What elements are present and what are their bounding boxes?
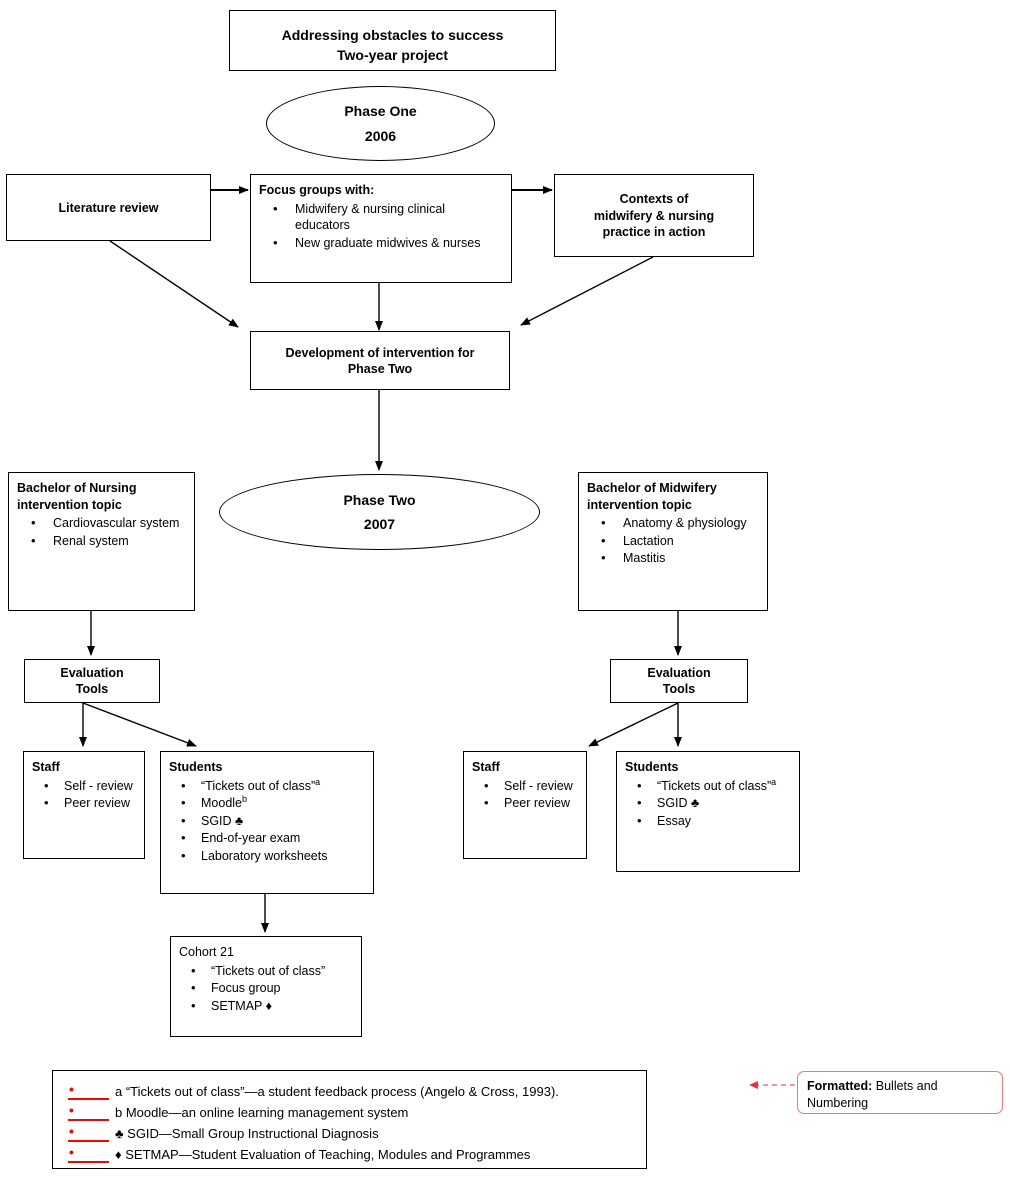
list-item: SGID ♣ — [625, 794, 791, 812]
staff-left-box: Staff Self - review Peer review — [23, 751, 145, 859]
evaluation-tools-left-box: Evaluation Tools — [24, 659, 160, 703]
nursing-heading-line2: intervention topic — [17, 497, 122, 512]
contexts-line3: practice in action — [602, 225, 706, 240]
list-item: SGID ♣ — [169, 812, 365, 830]
midwifery-heading-line2: intervention topic — [587, 497, 692, 512]
focus-groups-box: Focus groups with: Midwifery & nursing c… — [250, 174, 512, 283]
midwifery-topic-list: Anatomy & physiology Lactation Mastitis — [587, 514, 759, 567]
midwifery-intervention-box: Bachelor of Midwifery intervention topic… — [578, 472, 768, 611]
list-item: Laboratory worksheets — [169, 847, 365, 865]
tracked-change-bullet — [67, 1141, 111, 1165]
edge-evaluation-right-to-staff — [588, 702, 679, 747]
list-item: Mastitis — [587, 549, 759, 567]
list-item: End-of-year exam — [169, 829, 365, 847]
list-item: Self - review — [472, 777, 578, 795]
phase-two-year: 2007 — [363, 516, 396, 532]
literature-review-label: Literature review — [58, 200, 159, 215]
footnote-marker: b — [242, 793, 248, 804]
list-item: ♣ SGID—Small Group Instructional Diagnos… — [67, 1120, 636, 1144]
phase-two-ellipse: Phase Two 2007 — [219, 474, 540, 550]
students-left-heading: Students — [169, 760, 223, 774]
list-item: Midwifery & nursing clinical educators — [259, 200, 503, 234]
footnote-marker: a — [771, 776, 777, 787]
list-item: Essay — [625, 812, 791, 830]
evaluation-right-line2: Tools — [662, 682, 696, 696]
contexts-line1: Contexts of — [619, 192, 689, 207]
phase-two-label: Phase Two — [343, 491, 416, 508]
staff-right-heading: Staff — [472, 760, 500, 774]
comment-label: Formatted: — [807, 1079, 873, 1093]
list-item: Moodleb — [169, 793, 365, 812]
edge-contexts-to-development — [520, 256, 654, 326]
list-item: b Moodle—an online learning management s… — [67, 1099, 636, 1123]
students-left-list: “Tickets out of class”a Moodleb SGID ♣ E… — [169, 776, 365, 865]
list-item: New graduate midwives & nurses — [259, 234, 503, 252]
list-item: Self - review — [32, 777, 136, 795]
evaluation-left-line2: Tools — [75, 682, 109, 696]
list-item: Cardiovascular system — [17, 514, 186, 532]
staff-right-box: Staff Self - review Peer review — [463, 751, 587, 859]
phase-one-label: Phase One — [344, 103, 417, 119]
nursing-heading-line1: Bachelor of Nursing — [17, 481, 137, 495]
contexts-box: Contexts of midwifery & nursing practice… — [554, 174, 754, 257]
students-right-box: Students “Tickets out of class”a SGID ♣ … — [616, 751, 800, 872]
list-item: “Tickets out of class” — [179, 962, 353, 980]
list-item: Renal system — [17, 532, 186, 550]
formatted-comment-balloon: Formatted: Bullets and Numbering — [797, 1071, 1003, 1114]
list-item: “Tickets out of class”a — [625, 776, 791, 795]
list-item: SETMAP ♦ — [179, 997, 353, 1015]
students-right-heading: Students — [625, 760, 679, 774]
evaluation-right-line1: Evaluation — [647, 665, 711, 680]
focus-groups-list: Midwifery & nursing clinical educators N… — [259, 200, 503, 252]
footnote-legend-list: a “Tickets out of class”—a student feedb… — [53, 1071, 646, 1175]
students-left-box: Students “Tickets out of class”a Moodleb… — [160, 751, 374, 894]
students-right-list: “Tickets out of class”a SGID ♣ Essay — [625, 776, 791, 830]
footnote-legend-box: a “Tickets out of class”—a student feedb… — [52, 1070, 647, 1169]
contexts-line2: midwifery & nursing — [593, 208, 715, 223]
flowchart-canvas: Addressing obstacles to success Two-year… — [0, 0, 1010, 1182]
midwifery-heading-line1: Bachelor of Midwifery — [587, 481, 717, 495]
footnote-marker: a — [315, 776, 321, 787]
nursing-intervention-box: Bachelor of Nursing intervention topic C… — [8, 472, 195, 611]
list-item: ♦ SETMAP—Student Evaluation of Teaching,… — [67, 1141, 636, 1165]
cohort-list: “Tickets out of class” Focus group SETMA… — [179, 962, 353, 1015]
cohort-box: Cohort 21 “Tickets out of class” Focus g… — [170, 936, 362, 1037]
literature-review-box: Literature review — [6, 174, 211, 241]
staff-left-heading: Staff — [32, 760, 60, 774]
evaluation-tools-right-box: Evaluation Tools — [610, 659, 748, 703]
list-item: Lactation — [587, 532, 759, 550]
nursing-topic-list: Cardiovascular system Renal system — [17, 514, 186, 550]
edge-evaluation-left-to-students — [82, 702, 197, 747]
project-title-line2: Two-year project — [337, 47, 448, 64]
cohort-heading: Cohort 21 — [179, 945, 234, 959]
phase-one-ellipse: Phase One 2006 — [266, 86, 495, 161]
edge-literature-to-development — [109, 240, 239, 328]
list-item: Peer review — [472, 794, 578, 812]
phase-one-year: 2006 — [364, 127, 397, 144]
staff-right-list: Self - review Peer review — [472, 777, 578, 812]
evaluation-left-line1: Evaluation — [60, 665, 124, 680]
list-item: Peer review — [32, 794, 136, 812]
list-item: Focus group — [179, 979, 353, 997]
project-title-line1: Addressing obstacles to success — [281, 27, 504, 43]
list-item: “Tickets out of class”a — [169, 776, 365, 795]
focus-groups-heading: Focus groups with: — [259, 183, 375, 197]
development-line2: Phase Two — [347, 362, 413, 376]
list-item: a “Tickets out of class”—a student feedb… — [67, 1078, 636, 1102]
staff-left-list: Self - review Peer review — [32, 777, 136, 812]
list-item: Anatomy & physiology — [587, 514, 759, 532]
project-title-box: Addressing obstacles to success Two-year… — [229, 10, 556, 71]
development-line1: Development of intervention for — [285, 345, 475, 360]
development-box: Development of intervention for Phase Tw… — [250, 331, 510, 390]
